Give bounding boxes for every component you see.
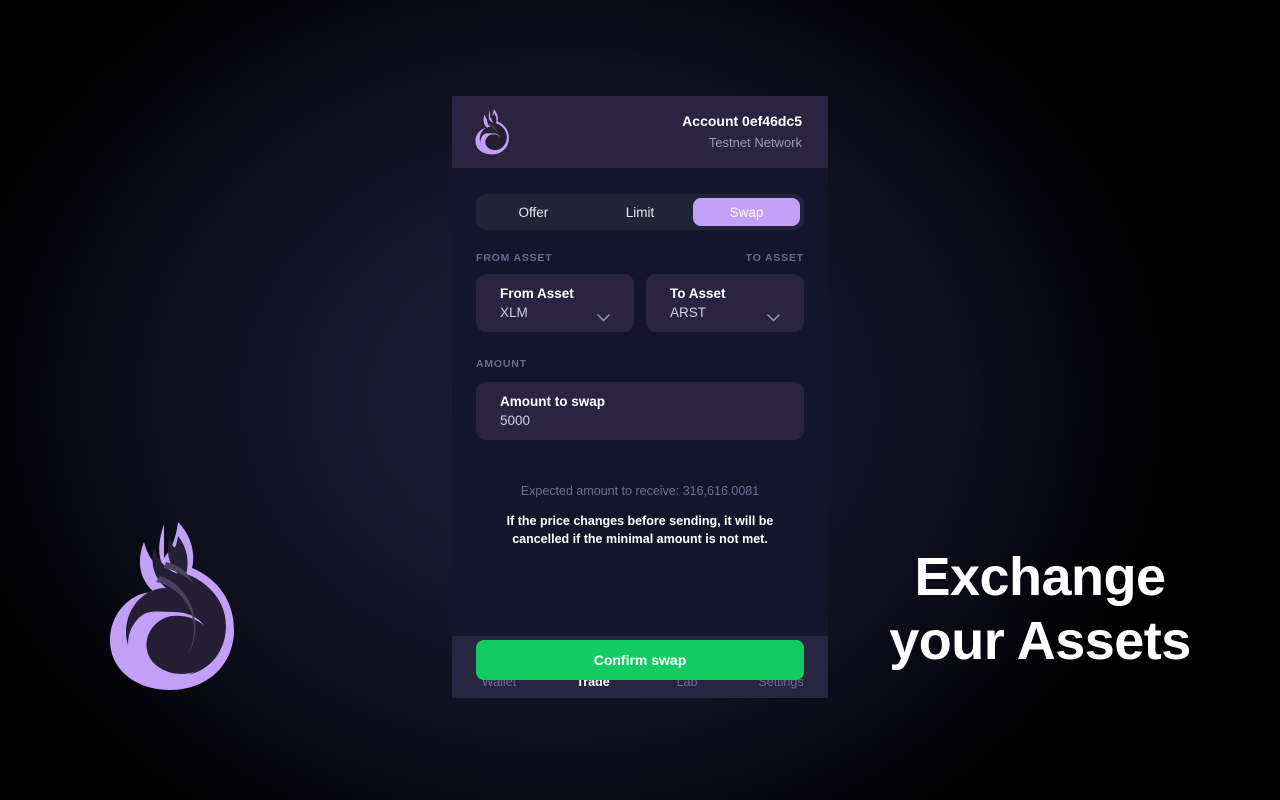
from-asset-section-label: FROM ASSET <box>476 252 553 264</box>
confirm-swap-button[interactable]: Confirm swap <box>476 640 804 680</box>
asset-select-row: From Asset XLM To Asset ARST <box>476 274 804 332</box>
headline-line-1: Exchange <box>914 547 1166 607</box>
headline-line-2: your Assets <box>889 611 1191 671</box>
account-label: Account 0ef46dc5 <box>682 112 802 129</box>
warning-line-2: cancelled if the minimal amount is not m… <box>512 532 768 546</box>
chevron-down-icon <box>597 309 610 322</box>
expected-amount-text: Expected amount to receive: 316,616.0081 <box>520 484 760 498</box>
cat-lemur-logo <box>100 518 250 696</box>
to-asset-select[interactable]: To Asset ARST <box>646 274 804 332</box>
panel-body: Offer Limit Swap FROM ASSET TO ASSET Fro… <box>452 168 828 680</box>
tab-limit-label: Limit <box>625 204 655 220</box>
cat-lemur-logo-small <box>472 108 514 156</box>
warning-line-1: If the price changes before sending, it … <box>506 514 774 528</box>
tab-offer-label: Offer <box>518 204 549 220</box>
marketing-headline: Exchange your Assets <box>830 545 1250 673</box>
amount-input[interactable]: Amount to swap 5000 <box>476 382 804 440</box>
network-label: Testnet Network <box>708 135 802 151</box>
amount-section-label-wrap: AMOUNT <box>476 354 804 372</box>
tab-limit[interactable]: Limit <box>587 198 694 226</box>
to-asset-title: To Asset <box>670 286 726 301</box>
app-panel: Account 0ef46dc5 Testnet Network Offer L… <box>452 96 828 698</box>
account-info: Account 0ef46dc5 Testnet Network <box>682 112 802 151</box>
from-asset-title: From Asset <box>500 286 574 301</box>
from-asset-select[interactable]: From Asset XLM <box>476 274 634 332</box>
tab-swap-label: Swap <box>729 204 764 220</box>
to-asset-section-label: TO ASSET <box>745 252 804 264</box>
asset-labels-row: FROM ASSET TO ASSET <box>476 252 804 264</box>
app-screen: Exchange your Assets Account 0ef46dc5 Te… <box>0 0 1280 800</box>
trade-mode-tabs: Offer Limit Swap <box>476 194 804 230</box>
amount-value: 5000 <box>500 413 531 428</box>
chevron-down-icon <box>767 309 780 322</box>
tab-swap[interactable]: Swap <box>693 198 801 226</box>
tab-offer[interactable]: Offer <box>480 198 587 226</box>
amount-section-label: AMOUNT <box>476 358 527 370</box>
amount-title: Amount to swap <box>500 394 605 409</box>
panel-header: Account 0ef46dc5 Testnet Network <box>452 96 828 168</box>
price-change-warning: If the price changes before sending, it … <box>476 512 804 548</box>
